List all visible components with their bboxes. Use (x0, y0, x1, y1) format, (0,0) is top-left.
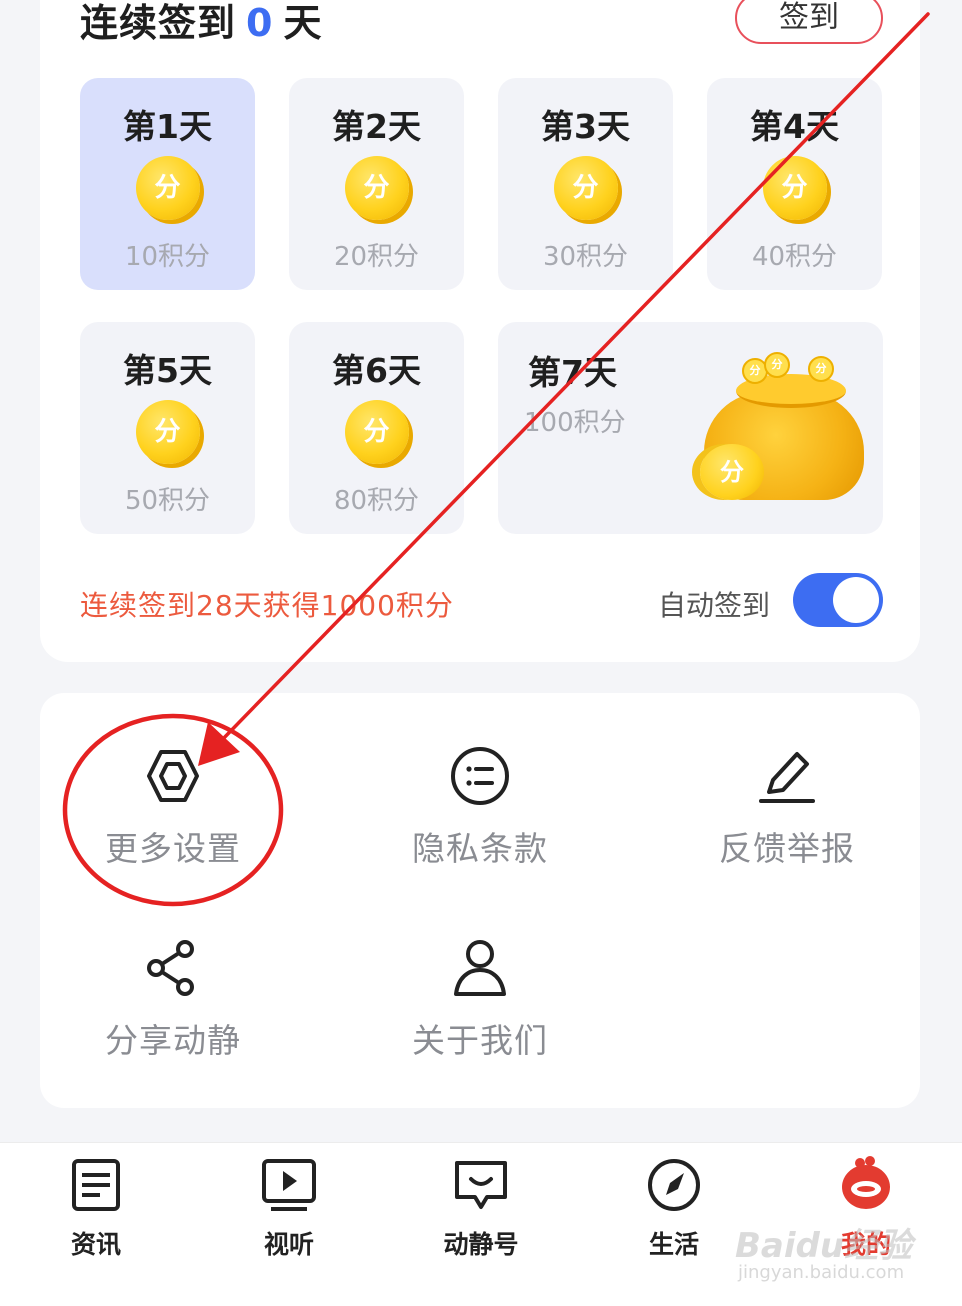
hexagon-settings-icon (147, 750, 199, 802)
menu-item-label: 更多设置 (105, 829, 241, 868)
day-card-2[interactable]: 第2天 分 20积分 (289, 78, 464, 290)
day-card-3[interactable]: 第3天 分 30积分 (498, 78, 673, 290)
bag-front-coin-icon: 分 (700, 444, 764, 500)
chat-smile-icon (455, 1161, 507, 1209)
signin-title-suffix: 天 (283, 1, 323, 45)
day-label: 第1天 (123, 107, 212, 146)
coin-bag-icon: 分 分 分 分 (698, 352, 868, 502)
day-points: 40积分 (751, 242, 838, 272)
nav-label: 动静号 (443, 1230, 519, 1259)
menu-item-privacy[interactable]: 隐私条款 (360, 744, 600, 870)
day-points: 50积分 (124, 486, 211, 516)
day-card-4[interactable]: 第4天 分 40积分 (707, 78, 882, 290)
menu-item-label: 隐私条款 (412, 829, 548, 868)
day-label: 第7天 (528, 353, 617, 392)
day-label: 第3天 (541, 107, 630, 146)
menu-item-feedback[interactable]: 反馈举报 (667, 744, 907, 870)
day-label: 第2天 (332, 107, 421, 146)
day-points: 10积分 (124, 242, 211, 272)
toggle-knob (833, 577, 879, 623)
menu-item-label: 关于我们 (412, 1021, 548, 1060)
nav-label: 生活 (648, 1230, 699, 1259)
video-play-icon (262, 1159, 316, 1211)
auto-signin-toggle[interactable] (793, 573, 883, 627)
person-icon (454, 940, 506, 996)
day-points: 20积分 (333, 242, 420, 272)
list-circle-icon (451, 747, 509, 805)
day-points: 100积分 (524, 408, 626, 438)
signin-streak-count: 0 (246, 1, 274, 45)
points-coin-icon: 分 (553, 156, 618, 220)
bag-coin-icon: 分 (808, 356, 834, 382)
compass-icon (648, 1159, 700, 1211)
points-coin-icon: 分 (135, 156, 200, 220)
points-coin-icon: 分 (344, 156, 409, 220)
mascot-avatar-icon (842, 1156, 890, 1209)
share-icon (147, 940, 194, 996)
day-card-1[interactable]: 第1天 分 10积分 (80, 78, 255, 290)
signin-button[interactable]: 签到 (735, 0, 883, 44)
nav-tab-life[interactable]: 生活 (619, 1155, 729, 1261)
nav-label: 资讯 (70, 1230, 121, 1259)
news-icon (72, 1159, 120, 1211)
nav-tab-news[interactable]: 资讯 (41, 1155, 151, 1261)
day-label: 第6天 (332, 351, 421, 390)
menu-item-more-settings[interactable]: 更多设置 (53, 744, 293, 870)
day-label: 第4天 (750, 107, 839, 146)
day-card-6[interactable]: 第6天 分 80积分 (289, 322, 464, 534)
day-points: 80积分 (333, 486, 420, 516)
menu-item-share[interactable]: 分享动静 (53, 936, 293, 1062)
menu-item-label: 反馈举报 (719, 829, 855, 868)
bag-coin-icon: 分 (764, 352, 790, 378)
menu-item-label: 分享动静 (105, 1021, 241, 1060)
auto-signin-label: 自动签到 (658, 589, 771, 622)
points-coin-icon: 分 (762, 156, 827, 220)
nav-tab-video[interactable]: 视听 (234, 1155, 344, 1261)
day-label: 第5天 (123, 351, 212, 390)
signin-title-prefix: 连续签到 (80, 1, 237, 45)
points-coin-icon: 分 (344, 400, 409, 464)
watermark: Baidu经验 (735, 1226, 913, 1266)
streak-reward-text: 连续签到28天获得1000积分 (80, 589, 454, 622)
watermark-sub: jingyan.baidu.com (738, 1262, 905, 1283)
day-points: 30积分 (542, 242, 629, 272)
day-card-5[interactable]: 第5天 分 50积分 (80, 322, 255, 534)
nav-tab-dongjing[interactable]: 动静号 (426, 1155, 536, 1261)
points-coin-icon: 分 (135, 400, 200, 464)
pencil-icon (759, 752, 815, 803)
signin-streak-title: 连续签到 0 天 (80, 0, 322, 46)
menu-item-about[interactable]: 关于我们 (360, 936, 600, 1062)
nav-label: 视听 (263, 1230, 314, 1259)
